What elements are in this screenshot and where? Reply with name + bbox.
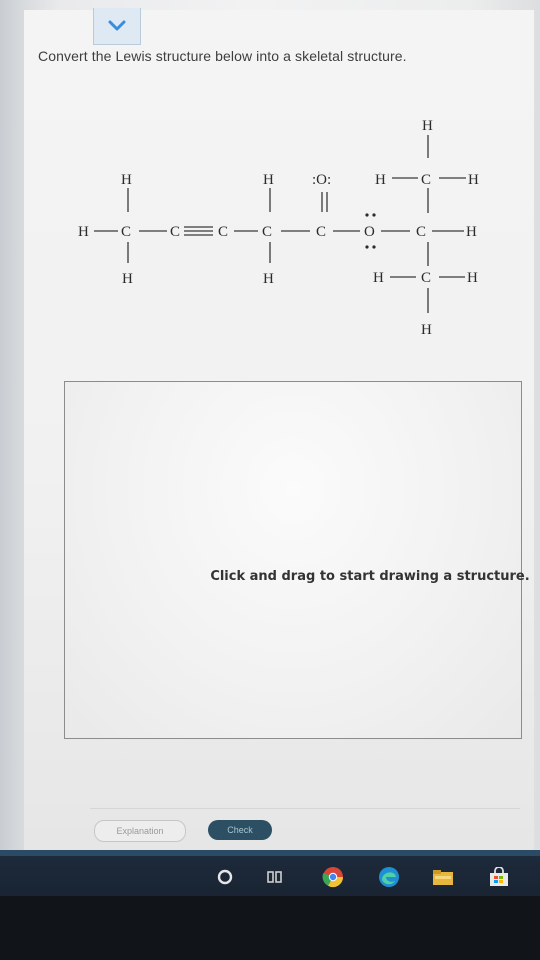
- cortana-circle-icon[interactable]: [214, 866, 236, 888]
- lewis-structure: H H C C C H H C H :O: C O H H C H C H H …: [78, 118, 479, 338]
- explanation-button[interactable]: Explanation: [94, 820, 186, 842]
- atom-h: H: [122, 271, 133, 287]
- atom-h: H: [421, 322, 432, 338]
- atom-h: H: [78, 224, 89, 240]
- footer-divider: [90, 808, 520, 809]
- file-explorer-icon[interactable]: [432, 866, 454, 888]
- atom-o-ester: O: [364, 224, 375, 240]
- atom-c: C: [316, 224, 326, 240]
- atom-c: C: [416, 224, 426, 240]
- atom-c: C: [421, 172, 431, 188]
- atom-h: H: [422, 118, 433, 134]
- atom-c: C: [218, 224, 228, 240]
- drawing-canvas[interactable]: [64, 381, 522, 739]
- question-prompt: Convert the Lewis structure below into a…: [38, 48, 407, 64]
- atom-h: H: [373, 270, 384, 286]
- atom-c: C: [121, 224, 131, 240]
- monitor-screen: Convert the Lewis structure below into a…: [0, 0, 540, 870]
- atom-c: C: [421, 270, 431, 286]
- atom-c: C: [262, 224, 272, 240]
- atom-c: C: [170, 224, 180, 240]
- atom-h: H: [263, 172, 274, 188]
- atom-h: H: [375, 172, 386, 188]
- atom-h: H: [263, 271, 274, 287]
- monitor-bezel: [0, 896, 540, 960]
- task-view-icon[interactable]: [264, 866, 286, 888]
- atom-h: H: [467, 270, 478, 286]
- taskbar-edge: [0, 850, 540, 856]
- edge-icon[interactable]: [378, 866, 400, 888]
- atom-h: H: [468, 172, 479, 188]
- windows-taskbar: [0, 850, 540, 896]
- store-icon[interactable]: [488, 866, 510, 888]
- canvas-hint: Click and drag to start drawing a struct…: [210, 569, 530, 584]
- check-button[interactable]: Check: [208, 820, 272, 840]
- chrome-icon[interactable]: [322, 866, 344, 888]
- atom-o-carbonyl: :O:: [312, 172, 331, 188]
- atom-h: H: [121, 172, 132, 188]
- chevron-down-icon: [108, 20, 126, 31]
- atom-h: H: [466, 224, 477, 240]
- collapse-toggle[interactable]: [93, 8, 141, 45]
